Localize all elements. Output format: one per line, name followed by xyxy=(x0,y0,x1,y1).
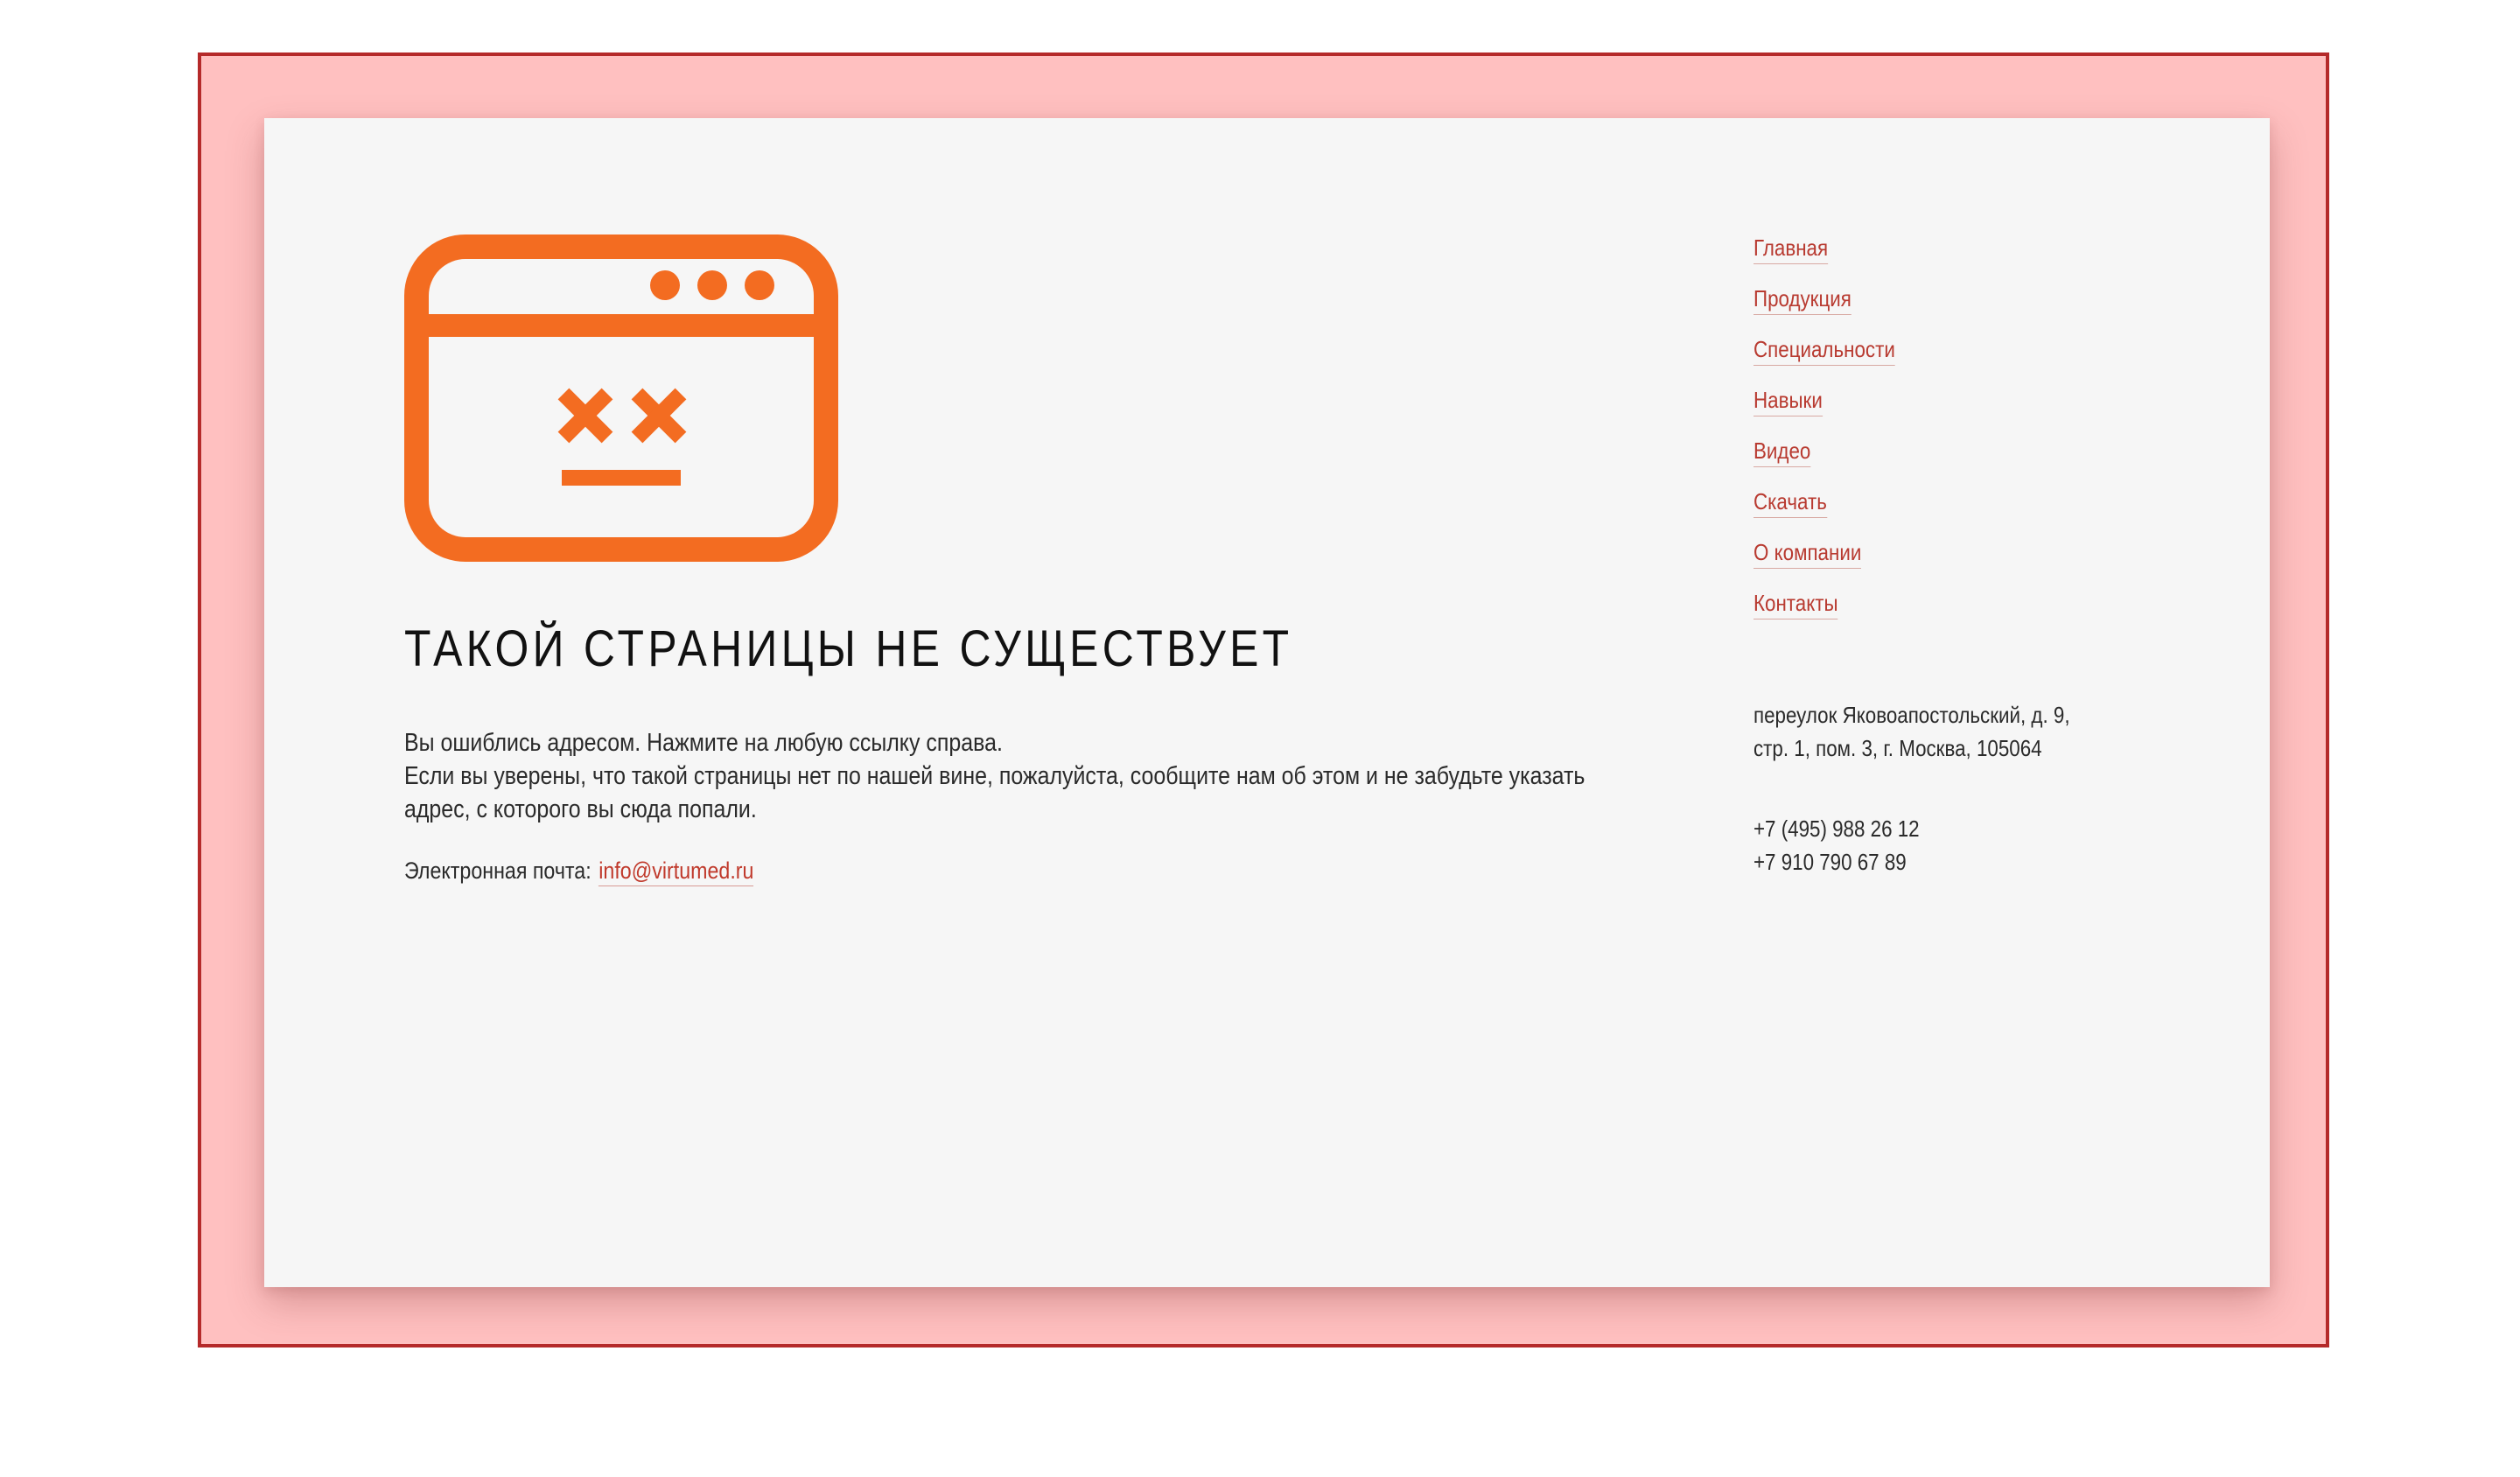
nav-item-specialties: Специальности xyxy=(1754,336,1895,387)
nav-link-about[interactable]: О компании xyxy=(1754,539,1862,569)
error-report-text: Если вы уверены, что такой страницы нет … xyxy=(404,762,1586,823)
phone-list: +7 (495) 988 26 12 +7 910 790 67 89 xyxy=(1754,812,1920,878)
email-row: Электронная почта: info@virtumed.ru xyxy=(404,858,754,886)
nav-item-download: Скачать xyxy=(1754,488,1895,539)
nav-link-home[interactable]: Главная xyxy=(1754,234,1829,264)
nav-item-home: Главная xyxy=(1754,234,1895,285)
nav-link-products[interactable]: Продукция xyxy=(1754,285,1852,315)
email-link[interactable]: info@virtumed.ru xyxy=(598,858,754,886)
company-address: переулок Яковоапостольский, д. 9, стр. 1… xyxy=(1754,702,2070,761)
nav-link-download[interactable]: Скачать xyxy=(1754,488,1827,518)
nav-link-contacts[interactable]: Контакты xyxy=(1754,590,1838,620)
nav-item-about: О компании xyxy=(1754,539,1895,590)
nav-item-contacts: Контакты xyxy=(1754,590,1895,640)
nav-item-products: Продукция xyxy=(1754,285,1895,336)
error-hint-text: Вы ошиблись адресом. Нажмите на любую сс… xyxy=(404,729,1003,757)
phone-number: +7 (495) 988 26 12 xyxy=(1754,816,1920,842)
email-label: Электронная почта: xyxy=(404,858,592,884)
page-title: ТАКОЙ СТРАНИЦЫ НЕ СУЩЕСТВУЕТ xyxy=(404,620,1293,677)
nav-link-specialties[interactable]: Специальности xyxy=(1754,336,1895,366)
nav-item-skills: Навыки xyxy=(1754,387,1895,438)
nav-item-video: Видео xyxy=(1754,438,1895,488)
nav-link-video[interactable]: Видео xyxy=(1754,438,1811,467)
nav-link-skills[interactable]: Навыки xyxy=(1754,387,1823,416)
sidebar-nav: Главная Продукция Специальности Навыки В… xyxy=(1754,234,1918,640)
phone-number: +7 910 790 67 89 xyxy=(1754,849,1907,875)
error-description: Вы ошиблись адресом. Нажмите на любую сс… xyxy=(404,726,1593,826)
browser-error-icon xyxy=(404,234,838,562)
